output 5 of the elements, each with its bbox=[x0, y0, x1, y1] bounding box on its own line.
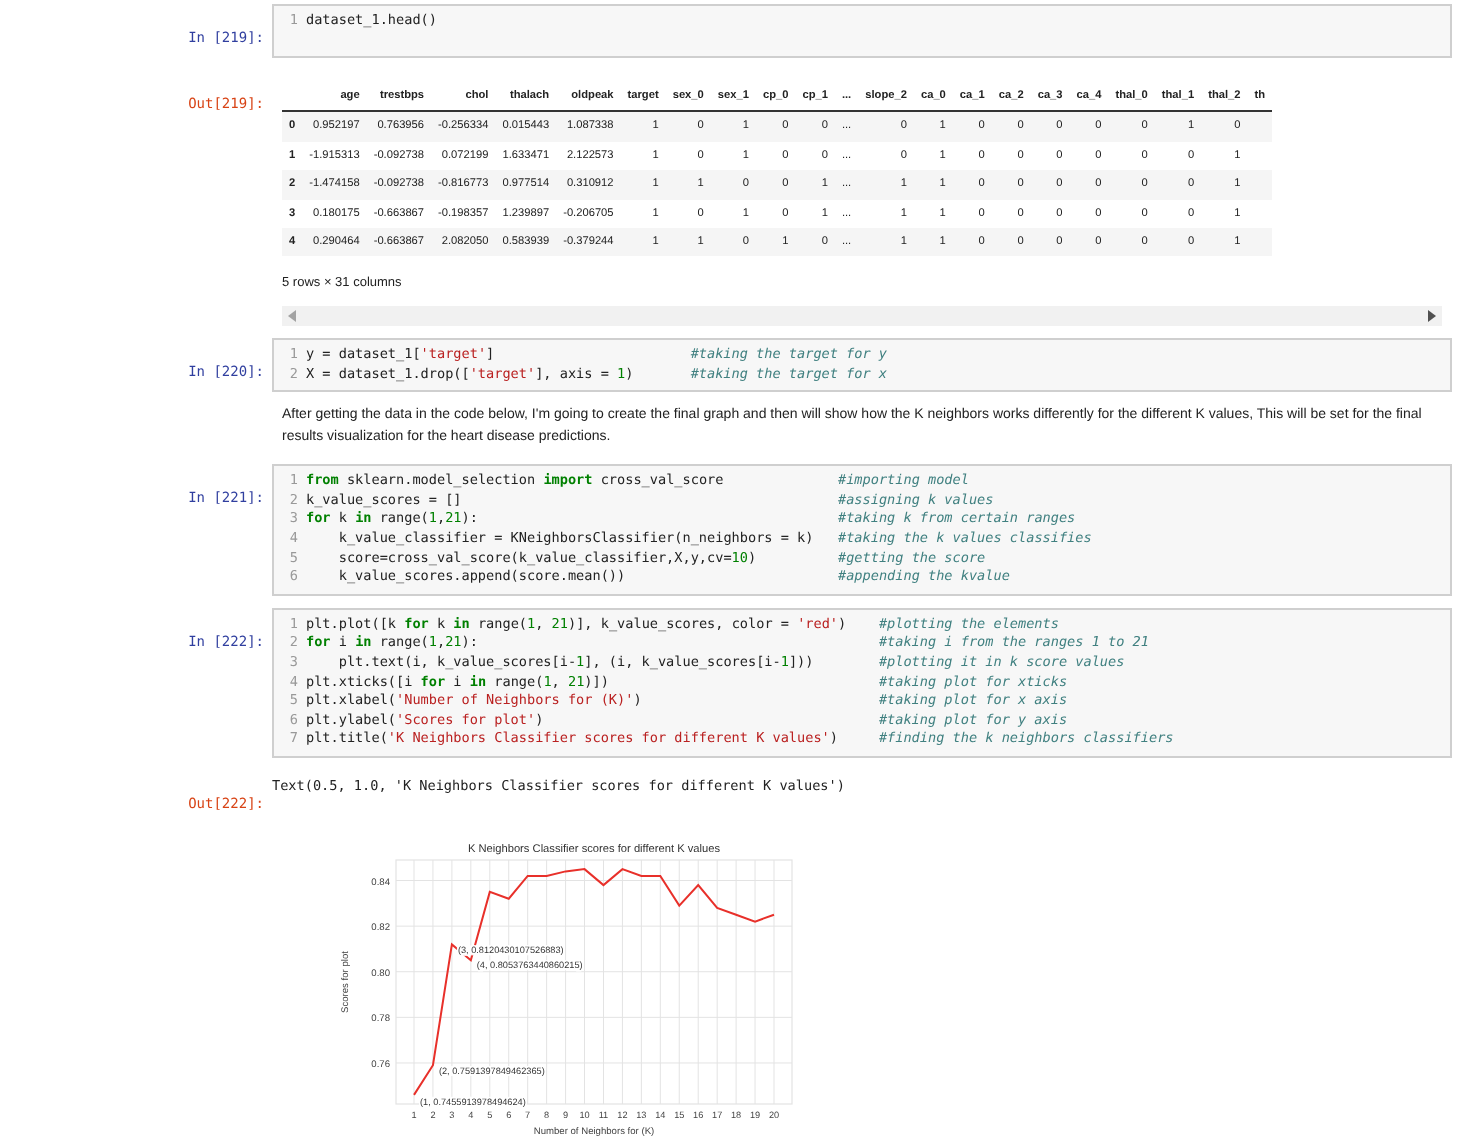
horizontal-scrollbar[interactable] bbox=[282, 306, 1442, 327]
scroll-right-icon[interactable] bbox=[1426, 310, 1436, 323]
code-editor[interactable] bbox=[272, 464, 1452, 596]
code-editor[interactable] bbox=[272, 607, 1452, 758]
scroll-left-icon[interactable] bbox=[288, 310, 298, 323]
